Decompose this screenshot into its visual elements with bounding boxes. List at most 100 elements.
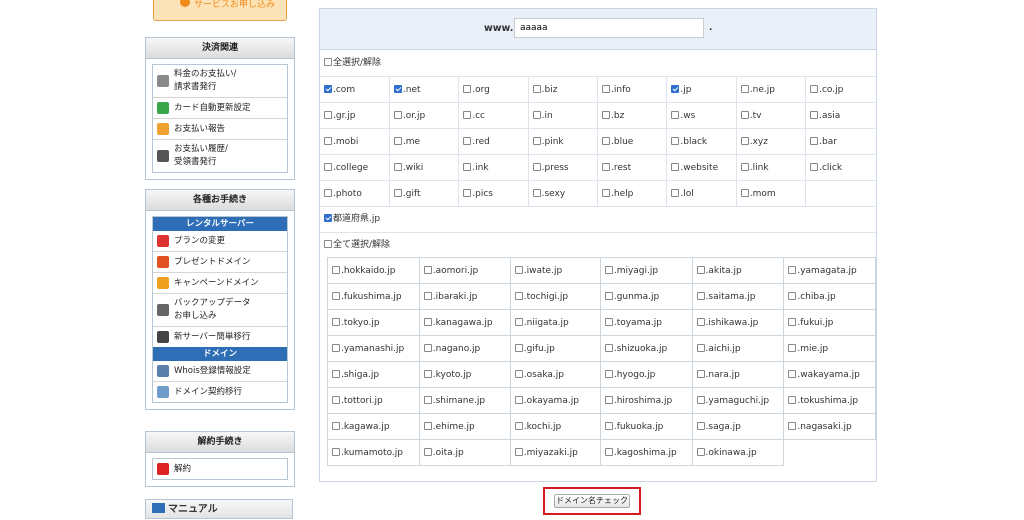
tld-checkbox[interactable]: [324, 84, 332, 93]
tld-checkbox[interactable]: [532, 110, 541, 119]
prefecture-domain-checkbox[interactable]: [332, 317, 340, 326]
tld-checkbox[interactable]: [393, 110, 402, 119]
tld-checkbox[interactable]: [671, 110, 680, 119]
prefecture-domain-checkbox[interactable]: [604, 317, 613, 326]
sidebar-item[interactable]: プランの変更: [153, 231, 287, 252]
prefecture-domain-checkbox[interactable]: [514, 421, 523, 430]
tld-checkbox[interactable]: [393, 84, 402, 93]
prefecture-domain-checkbox[interactable]: [696, 395, 705, 404]
tld-checkbox[interactable]: [532, 84, 541, 93]
prefecture-domain-checkbox[interactable]: [332, 291, 340, 300]
prefecture-domain-checkbox[interactable]: [514, 343, 523, 352]
tld-checkbox[interactable]: [740, 136, 749, 145]
prefecture-domain-checkbox[interactable]: [604, 369, 613, 378]
domain-name-input[interactable]: [514, 18, 704, 38]
tld-checkbox[interactable]: [810, 162, 819, 171]
tld-checkbox[interactable]: [324, 188, 332, 197]
tld-checkbox[interactable]: [671, 84, 680, 93]
sidebar-item[interactable]: お支払い履歴/ 受領書発行: [153, 140, 287, 172]
prefecture-domain-checkbox[interactable]: [604, 447, 613, 456]
prefecture-domain-checkbox[interactable]: [604, 291, 613, 300]
tld-checkbox[interactable]: [810, 84, 819, 93]
tld-checkbox[interactable]: [740, 188, 749, 197]
tld-checkbox[interactable]: [324, 162, 332, 171]
tld-checkbox[interactable]: [602, 110, 610, 119]
prefecture-domain-checkbox[interactable]: [788, 343, 797, 352]
sidebar-item[interactable]: バックアップデータ お申し込み: [153, 294, 287, 327]
sidebar-item[interactable]: キャンペーンドメイン: [153, 273, 287, 294]
tld-select-all-checkbox[interactable]: [324, 58, 332, 66]
sidebar-item[interactable]: 解約: [153, 459, 287, 479]
tld-checkbox[interactable]: [463, 84, 472, 93]
sidebar-item[interactable]: プレゼントドメイン: [153, 252, 287, 273]
prefecture-domain-checkbox[interactable]: [514, 265, 523, 274]
tld-checkbox[interactable]: [602, 162, 610, 171]
sidebar-item[interactable]: カード自動更新設定: [153, 98, 287, 119]
tld-checkbox[interactable]: [463, 162, 472, 171]
prefecture-domain-checkbox[interactable]: [604, 421, 613, 430]
tld-checkbox[interactable]: [810, 136, 819, 145]
prefecture-domain-checkbox[interactable]: [788, 317, 797, 326]
prefecture-domain-checkbox[interactable]: [332, 447, 340, 456]
tld-checkbox[interactable]: [324, 136, 332, 145]
prefecture-domain-checkbox[interactable]: [332, 369, 340, 378]
prefecture-domain-checkbox[interactable]: [514, 447, 523, 456]
prefecture-domain-checkbox[interactable]: [514, 291, 523, 300]
prefecture-domain-checkbox[interactable]: [514, 395, 523, 404]
prefecture-checkbox[interactable]: [324, 214, 332, 222]
prefecture-domain-checkbox[interactable]: [788, 369, 797, 378]
prefecture-domain-checkbox[interactable]: [332, 265, 340, 274]
tld-checkbox[interactable]: [740, 84, 749, 93]
sidebar-item[interactable]: 新サーバー簡単移行: [153, 327, 287, 347]
prefecture-domain-checkbox[interactable]: [604, 395, 613, 404]
tld-checkbox[interactable]: [532, 162, 541, 171]
tld-checkbox[interactable]: [393, 188, 402, 197]
prefecture-domain-checkbox[interactable]: [696, 421, 705, 430]
prefecture-domain-checkbox[interactable]: [696, 447, 705, 456]
sidebar-item[interactable]: お支払い報告: [153, 119, 287, 140]
prefecture-domain-checkbox[interactable]: [423, 447, 432, 456]
tld-checkbox[interactable]: [740, 110, 749, 119]
prefecture-domain-checkbox[interactable]: [696, 343, 705, 352]
tld-checkbox[interactable]: [532, 188, 541, 197]
tld-checkbox[interactable]: [810, 110, 819, 119]
prefecture-domain-checkbox[interactable]: [696, 317, 705, 326]
prefecture-domain-checkbox[interactable]: [696, 291, 705, 300]
prefecture-domain-checkbox[interactable]: [788, 291, 797, 300]
domain-check-button[interactable]: ドメイン名チェック: [554, 494, 630, 508]
prefecture-domain-checkbox[interactable]: [423, 395, 432, 404]
prefecture-domain-checkbox[interactable]: [696, 369, 705, 378]
service-apply-button[interactable]: サービスお申し込み: [153, 0, 287, 21]
sidebar-item[interactable]: ドメイン契約移行: [153, 382, 287, 402]
prefecture-domain-checkbox[interactable]: [332, 421, 340, 430]
tld-checkbox[interactable]: [671, 162, 680, 171]
prefecture-domain-checkbox[interactable]: [788, 395, 797, 404]
tld-checkbox[interactable]: [740, 162, 749, 171]
prefecture-domain-checkbox[interactable]: [514, 369, 523, 378]
prefecture-domain-checkbox[interactable]: [788, 265, 797, 274]
manual-link[interactable]: マニュアル: [145, 499, 293, 519]
tld-checkbox[interactable]: [463, 188, 472, 197]
prefecture-domain-checkbox[interactable]: [604, 343, 613, 352]
prefecture-domain-checkbox[interactable]: [423, 421, 432, 430]
tld-checkbox[interactable]: [532, 136, 541, 145]
tld-checkbox[interactable]: [602, 136, 610, 145]
prefecture-domain-checkbox[interactable]: [696, 265, 705, 274]
prefecture-domain-checkbox[interactable]: [514, 317, 523, 326]
prefecture-domain-checkbox[interactable]: [423, 343, 432, 352]
prefecture-domain-checkbox[interactable]: [332, 395, 340, 404]
tld-checkbox[interactable]: [463, 136, 472, 145]
sidebar-item[interactable]: Whois登録情報設定: [153, 361, 287, 382]
prefecture-domain-checkbox[interactable]: [604, 265, 613, 274]
tld-checkbox[interactable]: [393, 162, 402, 171]
prefecture-domain-checkbox[interactable]: [423, 317, 432, 326]
tld-checkbox[interactable]: [602, 188, 610, 197]
prefecture-domain-checkbox[interactable]: [423, 291, 432, 300]
tld-checkbox[interactable]: [671, 136, 680, 145]
tld-checkbox[interactable]: [324, 110, 332, 119]
tld-checkbox[interactable]: [463, 110, 472, 119]
sidebar-item[interactable]: 料金のお支払い/ 請求書発行: [153, 65, 287, 98]
prefecture-domain-checkbox[interactable]: [423, 369, 432, 378]
prefecture-domain-checkbox[interactable]: [332, 343, 340, 352]
tld-checkbox[interactable]: [393, 136, 402, 145]
